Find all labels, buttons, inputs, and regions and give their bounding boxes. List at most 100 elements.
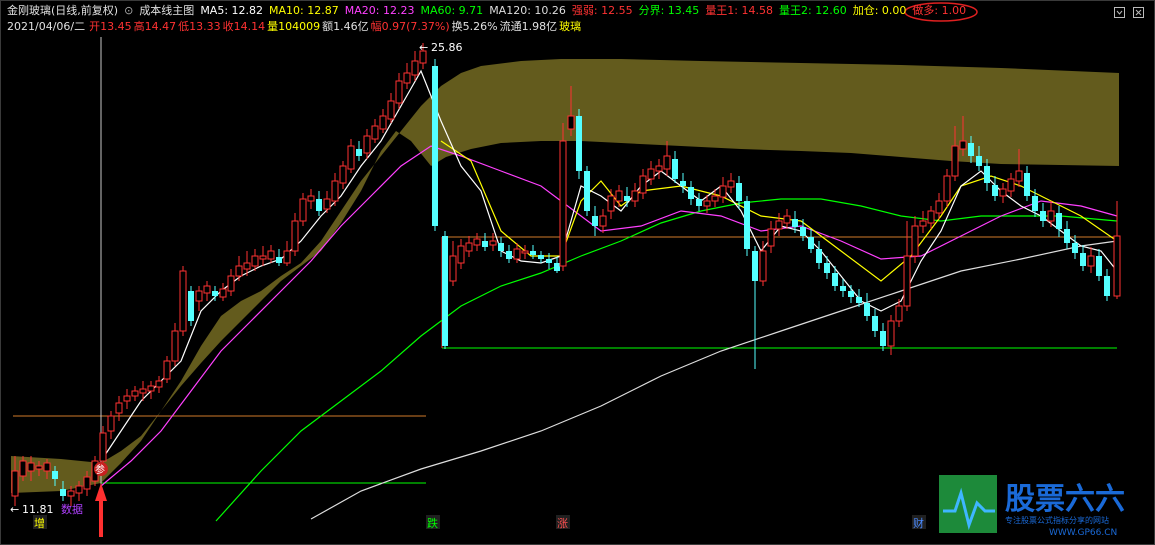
candle-body [767,228,775,247]
high-price-label: 25.86 [431,41,463,54]
candle-body [655,165,663,172]
low-value: 13.33 [189,20,221,33]
range-value: 0.97(7.37%) [381,20,450,33]
candle-body [775,220,783,230]
candle-body [1064,229,1070,243]
candle-body [864,303,870,316]
candle-body [584,171,590,211]
add-position-value: 加仓: 0.00 [852,4,907,17]
candle-body [943,175,951,202]
candle-body [744,201,750,249]
high-value: 14.47 [144,20,177,33]
candle-body [992,185,998,196]
boundary-value: 分界: 13.45 [638,4,700,17]
close-icon[interactable] [1133,7,1144,18]
candle-body [83,476,91,490]
candle-body [711,195,719,202]
price-chart[interactable]: 25.86 ← ← 11.81 数据 参 增 跌 涨 财 [1,1,1154,544]
sector-label[interactable]: 玻璃 [559,19,581,35]
indicator-dropdown-icon[interactable]: ⊙ [124,3,133,19]
candle-body [880,331,886,346]
candle-body [1113,235,1121,297]
candle-body [19,460,27,477]
candle-body [432,66,438,226]
candle-body [736,183,742,201]
ma60-line [215,198,1118,522]
candle-body [903,255,911,307]
low-price-label: 11.81 [22,503,54,516]
marker-cai: 财 [913,516,924,530]
candle-body [783,215,791,224]
candle-body [473,238,481,246]
close-value: 14.14 [233,20,266,33]
candle-body [554,263,560,271]
ma20-value: MA20: 12.23 [344,4,415,17]
turnover-label: 换 [451,20,463,33]
long-value: 做多: 1.00 [912,4,967,17]
candle-body [567,115,575,130]
candle-body [27,462,35,472]
candle-body [442,236,448,346]
candle-body [984,166,990,183]
amount-label: 额 [322,20,334,33]
candle-body [498,243,504,251]
marker-die: 跌 [427,516,438,530]
candle-body [927,210,935,224]
candle-body [856,297,862,303]
candle-body [489,240,497,246]
candle-body [1015,170,1023,182]
candle-body [816,249,822,263]
candle-body [227,275,235,292]
candle-body [959,140,967,150]
candle-body [457,245,465,264]
candle-body [1087,255,1095,267]
candle-body [999,188,1007,197]
marker-zeng: 增 [34,516,45,530]
open-label: 开 [89,20,101,33]
cost-band [11,59,1119,493]
candle-body [449,255,457,282]
candle-body [1096,256,1102,276]
candle-body [219,288,227,298]
candle-body [521,250,529,254]
candle-body [188,291,194,321]
candle-body [403,72,411,84]
candle-body [624,196,630,201]
candle-body [631,190,639,202]
candle-body [331,180,339,202]
candle-body [363,135,371,154]
high-price-arrow: ← [419,41,428,54]
range-label: 幅 [370,20,382,33]
candle-body [951,145,959,177]
volume-value: 104009 [278,20,321,33]
candle-body [688,187,694,199]
vol-king2-value: 量王2: 12.60 [779,4,847,17]
candle-body [179,270,187,332]
candle-body [147,385,155,392]
float-value: 1.98亿 [521,20,558,33]
candle-body [131,390,139,397]
candle-body [752,251,758,281]
candle-body [99,432,107,462]
candle-body [259,255,267,260]
strong-weak-value: 强弱: 12.55 [571,4,633,17]
candle-body [299,198,307,222]
candle-body [872,316,878,331]
brand-url: WWW.GP66.CN [1049,528,1117,538]
candle-body [911,225,919,257]
candle-body [291,220,299,252]
candle-body [530,251,536,255]
low-price-arrow: ← [10,503,19,516]
candle-body [163,360,171,380]
indicator-name[interactable]: 成本线主图 [139,3,194,19]
candle-body [139,388,147,394]
stock-title[interactable]: 金刚玻璃(日线,前复权) [7,3,118,19]
candle-body [976,156,982,166]
low-label: 低 [178,20,190,33]
settings-icon[interactable] [1114,7,1125,18]
candle-body [411,60,419,76]
candle-body [1047,210,1055,222]
candle-body [307,195,315,202]
candle-body [123,395,131,402]
candle-body [171,330,179,362]
